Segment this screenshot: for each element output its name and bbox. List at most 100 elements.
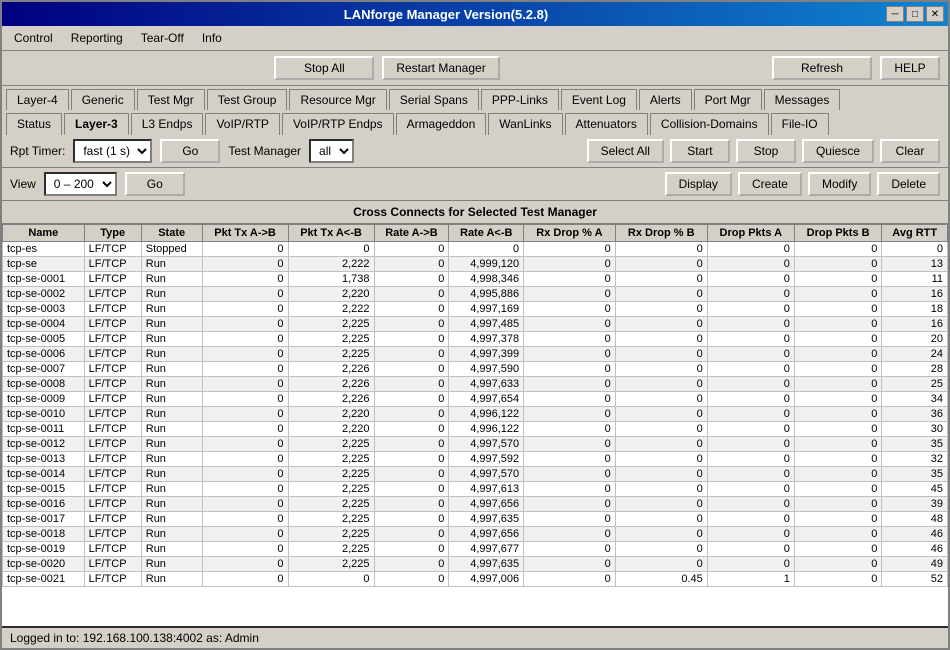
col-pkt-tx-ab[interactable]: Pkt Tx A->B xyxy=(202,225,288,242)
tab-layer4[interactable]: Layer-4 xyxy=(6,89,69,110)
help-button[interactable]: HELP xyxy=(880,56,940,80)
tab-test-mgr[interactable]: Test Mgr xyxy=(137,89,205,110)
table-cell: 0 xyxy=(374,362,449,377)
col-rx-drop-b[interactable]: Rx Drop % B xyxy=(615,225,707,242)
tab-armageddon[interactable]: Armageddon xyxy=(396,113,487,135)
tab-wanlinks[interactable]: WanLinks xyxy=(488,113,562,135)
table-cell: 0 xyxy=(374,512,449,527)
tab-messages[interactable]: Messages xyxy=(764,89,841,110)
table-cell: 0 xyxy=(794,452,882,467)
tab-serial-spans[interactable]: Serial Spans xyxy=(389,89,479,110)
table-cell: LF/TCP xyxy=(84,527,141,542)
table-row[interactable]: tcp-se-0009LF/TCPRun02,22604,997,6540000… xyxy=(3,392,948,407)
table-row[interactable]: tcp-seLF/TCPRun02,22204,999,120000013 xyxy=(3,257,948,272)
table-cell: 0 xyxy=(615,377,707,392)
tab-collision-domains[interactable]: Collision-Domains xyxy=(650,113,769,135)
col-drop-pkts-a[interactable]: Drop Pkts A xyxy=(707,225,794,242)
view-go-button[interactable]: Go xyxy=(125,172,185,196)
table-row[interactable]: tcp-se-0021LF/TCPRun0004,997,00600.45105… xyxy=(3,572,948,587)
minimize-button[interactable]: ─ xyxy=(886,6,904,22)
tab-voip-rtp[interactable]: VoIP/RTP xyxy=(205,113,279,135)
table-cell: Run xyxy=(141,347,202,362)
rpt-timer-select[interactable]: fast (1 s) xyxy=(73,139,152,163)
stop-all-button[interactable]: Stop All xyxy=(274,56,374,80)
select-all-button[interactable]: Select All xyxy=(587,139,664,163)
table-row[interactable]: tcp-se-0016LF/TCPRun02,22504,997,6560000… xyxy=(3,497,948,512)
table-cell: 0 xyxy=(202,242,288,257)
table-cell: 0 xyxy=(524,527,616,542)
tab-port-mgr[interactable]: Port Mgr xyxy=(694,89,762,110)
table-cell: 0 xyxy=(707,407,794,422)
col-rate-ba[interactable]: Rate A<-B xyxy=(449,225,524,242)
maximize-button[interactable]: □ xyxy=(906,6,924,22)
restart-manager-button[interactable]: Restart Manager xyxy=(382,56,499,80)
delete-button[interactable]: Delete xyxy=(877,172,940,196)
view-select[interactable]: 0 – 200 xyxy=(44,172,117,196)
table-row[interactable]: tcp-se-0020LF/TCPRun02,22504,997,6350000… xyxy=(3,557,948,572)
tab-l3-endps[interactable]: L3 Endps xyxy=(131,113,204,135)
table-row[interactable]: tcp-se-0004LF/TCPRun02,22504,997,4850000… xyxy=(3,317,948,332)
table-row[interactable]: tcp-se-0011LF/TCPRun02,22004,996,1220000… xyxy=(3,422,948,437)
tab-event-log[interactable]: Event Log xyxy=(561,89,637,110)
menu-tearoff[interactable]: Tear-Off xyxy=(137,29,188,47)
table-cell: 0 xyxy=(707,347,794,362)
col-rate-ab[interactable]: Rate A->B xyxy=(374,225,449,242)
tab-layer3[interactable]: Layer-3 xyxy=(64,113,129,135)
col-name[interactable]: Name xyxy=(3,225,85,242)
quiesce-button[interactable]: Quiesce xyxy=(802,139,874,163)
table-wrapper[interactable]: Name Type State Pkt Tx A->B Pkt Tx A<-B … xyxy=(2,224,948,626)
table-row[interactable]: tcp-se-0010LF/TCPRun02,22004,996,1220000… xyxy=(3,407,948,422)
test-manager-select[interactable]: all xyxy=(309,139,354,163)
table-row[interactable]: tcp-esLF/TCPStopped000000000 xyxy=(3,242,948,257)
table-row[interactable]: tcp-se-0018LF/TCPRun02,22504,997,6560000… xyxy=(3,527,948,542)
table-cell: tcp-se-0014 xyxy=(3,467,85,482)
tab-attenuators[interactable]: Attenuators xyxy=(565,113,648,135)
table-row[interactable]: tcp-se-0008LF/TCPRun02,22604,997,6330000… xyxy=(3,377,948,392)
display-button[interactable]: Display xyxy=(665,172,732,196)
table-row[interactable]: tcp-se-0012LF/TCPRun02,22504,997,5700000… xyxy=(3,437,948,452)
table-row[interactable]: tcp-se-0002LF/TCPRun02,22004,995,8860000… xyxy=(3,287,948,302)
table-row[interactable]: tcp-se-0003LF/TCPRun02,22204,997,1690000… xyxy=(3,302,948,317)
stop-button[interactable]: Stop xyxy=(736,139,796,163)
table-row[interactable]: tcp-se-0017LF/TCPRun02,22504,997,6350000… xyxy=(3,512,948,527)
tab-voip-rtp-endps[interactable]: VoIP/RTP Endps xyxy=(282,113,394,135)
modify-button[interactable]: Modify xyxy=(808,172,871,196)
tab-resource-mgr[interactable]: Resource Mgr xyxy=(289,89,386,110)
col-rx-drop-a[interactable]: Rx Drop % A xyxy=(524,225,616,242)
table-row[interactable]: tcp-se-0006LF/TCPRun02,22504,997,3990000… xyxy=(3,347,948,362)
create-button[interactable]: Create xyxy=(738,172,802,196)
table-row[interactable]: tcp-se-0001LF/TCPRun01,73804,998,3460000… xyxy=(3,272,948,287)
tab-status[interactable]: Status xyxy=(6,113,62,135)
col-drop-pkts-b[interactable]: Drop Pkts B xyxy=(794,225,882,242)
close-button[interactable]: ✕ xyxy=(926,6,944,22)
tab-generic[interactable]: Generic xyxy=(71,89,135,110)
table-cell: 4,997,635 xyxy=(449,557,524,572)
menu-info[interactable]: Info xyxy=(198,29,226,47)
table-row[interactable]: tcp-se-0013LF/TCPRun02,22504,997,5920000… xyxy=(3,452,948,467)
tab-ppp-links[interactable]: PPP-Links xyxy=(481,89,559,110)
menu-reporting[interactable]: Reporting xyxy=(67,29,127,47)
table-cell: Run xyxy=(141,377,202,392)
rpt-timer-go-button[interactable]: Go xyxy=(160,139,220,163)
window-title: LANforge Manager Version(5.2.8) xyxy=(6,7,886,22)
table-cell: tcp-se-0010 xyxy=(3,407,85,422)
table-cell: 0 xyxy=(794,287,882,302)
menu-control[interactable]: Control xyxy=(10,29,57,47)
col-type[interactable]: Type xyxy=(84,225,141,242)
table-row[interactable]: tcp-se-0014LF/TCPRun02,22504,997,5700000… xyxy=(3,467,948,482)
table-cell: 4,997,006 xyxy=(449,572,524,587)
tab-test-group[interactable]: Test Group xyxy=(207,89,288,110)
table-row[interactable]: tcp-se-0005LF/TCPRun02,22504,997,3780000… xyxy=(3,332,948,347)
table-row[interactable]: tcp-se-0007LF/TCPRun02,22604,997,5900000… xyxy=(3,362,948,377)
clear-button[interactable]: Clear xyxy=(880,139,940,163)
table-row[interactable]: tcp-se-0015LF/TCPRun02,22504,997,6130000… xyxy=(3,482,948,497)
col-avg-rtt[interactable]: Avg RTT xyxy=(882,225,948,242)
tab-file-io[interactable]: File-IO xyxy=(771,113,829,135)
tab-alerts[interactable]: Alerts xyxy=(639,89,692,110)
refresh-button[interactable]: Refresh xyxy=(772,56,872,80)
col-pkt-tx-ba[interactable]: Pkt Tx A<-B xyxy=(288,225,374,242)
table-row[interactable]: tcp-se-0019LF/TCPRun02,22504,997,6770000… xyxy=(3,542,948,557)
col-state[interactable]: State xyxy=(141,225,202,242)
table-cell: 13 xyxy=(882,257,948,272)
start-button[interactable]: Start xyxy=(670,139,730,163)
